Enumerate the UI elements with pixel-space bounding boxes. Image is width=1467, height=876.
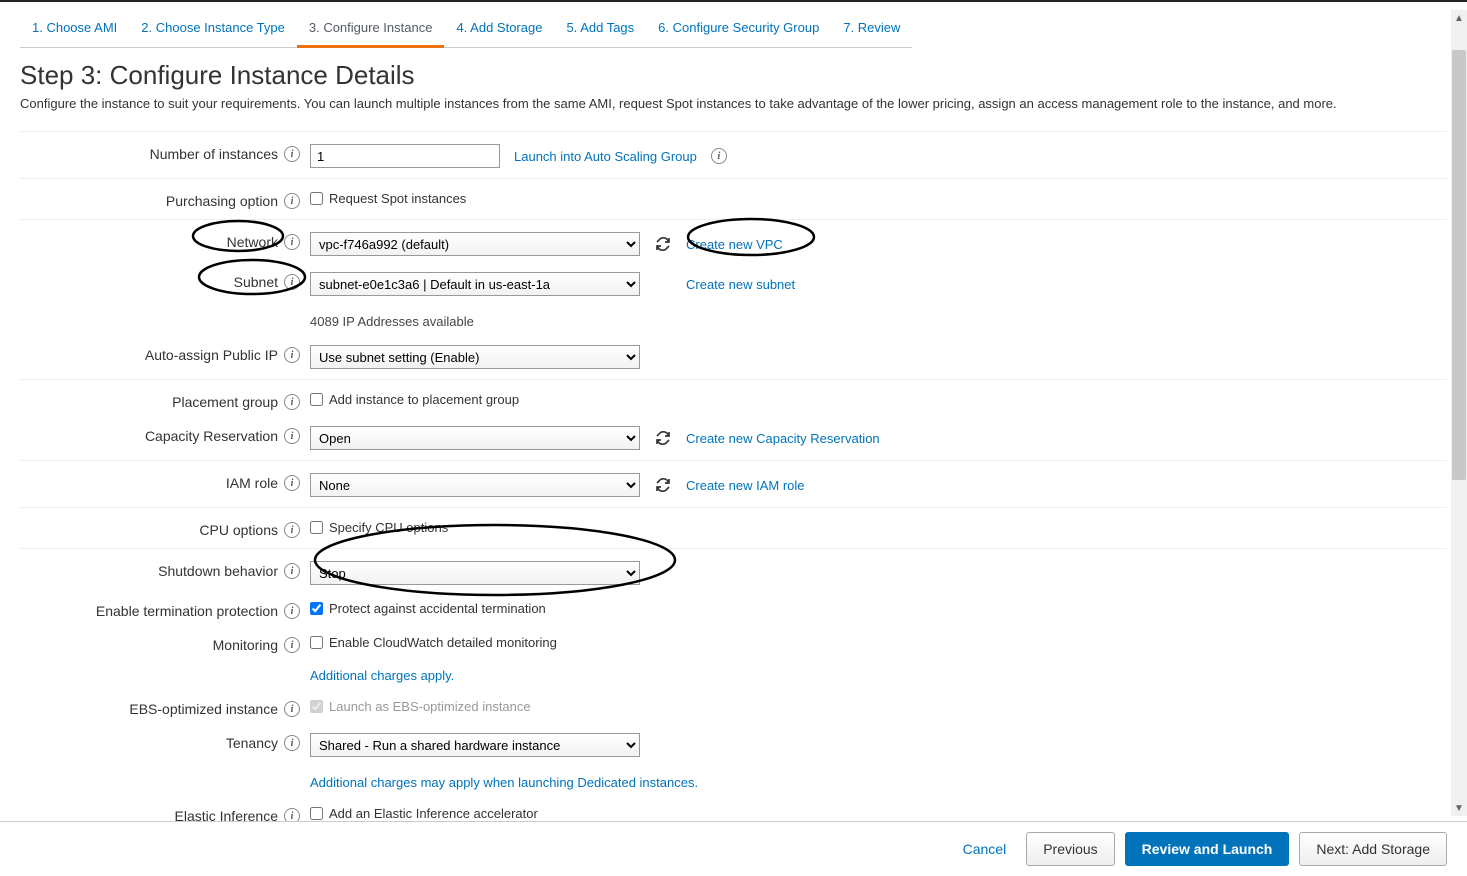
info-icon[interactable]: i [284, 563, 300, 579]
label-ebs: EBS-optimized instance [129, 701, 278, 717]
label-subnet: Subnet [234, 274, 278, 290]
tenancy-select[interactable]: Shared - Run a shared hardware instance [310, 733, 640, 757]
monitoring-checkbox[interactable] [310, 636, 323, 649]
label-capacity: Capacity Reservation [145, 428, 278, 444]
refresh-icon[interactable] [654, 476, 672, 494]
create-capacity-link[interactable]: Create new Capacity Reservation [686, 431, 880, 446]
spot-checkbox[interactable] [310, 192, 323, 205]
cancel-button[interactable]: Cancel [953, 832, 1017, 866]
label-placement: Placement group [172, 394, 278, 410]
wizard-tabs: 1. Choose AMI 2. Choose Instance Type 3.… [0, 2, 1467, 48]
iam-select[interactable]: None [310, 473, 640, 497]
refresh-icon[interactable] [654, 429, 672, 447]
tab-configure-instance[interactable]: 3. Configure Instance [297, 14, 445, 48]
label-auto-ip: Auto-assign Public IP [145, 347, 278, 363]
info-icon[interactable]: i [284, 234, 300, 250]
create-iam-link[interactable]: Create new IAM role [686, 478, 805, 493]
tab-choose-instance-type[interactable]: 2. Choose Instance Type [129, 14, 297, 48]
tab-add-storage[interactable]: 4. Add Storage [444, 14, 554, 48]
monitoring-charges-link[interactable]: Additional charges apply. [310, 668, 454, 683]
refresh-icon[interactable] [654, 235, 672, 253]
placement-checkbox[interactable] [310, 393, 323, 406]
label-shutdown: Shutdown behavior [158, 563, 278, 579]
num-instances-input[interactable] [310, 144, 500, 168]
vertical-scrollbar[interactable]: ▲ ▼ [1451, 10, 1467, 816]
subnet-ip-note: 4089 IP Addresses available [310, 314, 973, 329]
info-icon[interactable]: i [284, 274, 300, 290]
info-icon[interactable]: i [284, 428, 300, 444]
term-protect-checkbox[interactable] [310, 602, 323, 615]
tenancy-charges-link[interactable]: Additional charges may apply when launch… [310, 775, 698, 790]
spot-label: Request Spot instances [329, 191, 466, 206]
review-launch-button[interactable]: Review and Launch [1125, 832, 1290, 866]
label-monitoring: Monitoring [213, 637, 278, 653]
tab-configure-security-group[interactable]: 6. Configure Security Group [646, 14, 831, 48]
label-num-instances: Number of instances [150, 146, 278, 162]
info-icon[interactable]: i [284, 603, 300, 619]
cpu-label: Specify CPU options [329, 520, 448, 535]
tab-add-tags[interactable]: 5. Add Tags [554, 14, 646, 48]
info-icon[interactable]: i [284, 193, 300, 209]
label-cpu: CPU options [199, 522, 278, 538]
info-icon[interactable]: i [284, 735, 300, 751]
page-title: Step 3: Configure Instance Details [20, 60, 1447, 91]
label-network: Network [227, 234, 278, 250]
info-icon[interactable]: i [284, 146, 300, 162]
ebs-checkbox [310, 700, 323, 713]
scroll-down-icon[interactable]: ▼ [1451, 800, 1467, 816]
capacity-select[interactable]: Open [310, 426, 640, 450]
subnet-select[interactable]: subnet-e0e1c3a6 | Default in us-east-1a [310, 272, 640, 296]
info-icon[interactable]: i [284, 522, 300, 538]
info-icon[interactable]: i [284, 637, 300, 653]
label-iam: IAM role [226, 475, 278, 491]
tab-review[interactable]: 7. Review [831, 14, 912, 48]
next-button[interactable]: Next: Add Storage [1299, 832, 1447, 866]
info-icon[interactable]: i [284, 394, 300, 410]
ebs-label: Launch as EBS-optimized instance [329, 699, 531, 714]
tab-choose-ami[interactable]: 1. Choose AMI [20, 14, 129, 48]
create-subnet-link[interactable]: Create new subnet [686, 277, 795, 292]
auto-ip-select[interactable]: Use subnet setting (Enable) [310, 345, 640, 369]
info-icon[interactable]: i [284, 475, 300, 491]
shutdown-select[interactable]: Stop [310, 561, 640, 585]
label-purchasing: Purchasing option [166, 193, 278, 209]
network-select[interactable]: vpc-f746a992 (default) [310, 232, 640, 256]
page-description: Configure the instance to suit your requ… [20, 95, 1447, 113]
launch-asg-link[interactable]: Launch into Auto Scaling Group [514, 149, 697, 164]
elastic-checkbox[interactable] [310, 807, 323, 820]
info-icon[interactable]: i [284, 347, 300, 363]
previous-button[interactable]: Previous [1026, 832, 1114, 866]
monitoring-label: Enable CloudWatch detailed monitoring [329, 635, 557, 650]
wizard-footer: Cancel Previous Review and Launch Next: … [0, 821, 1467, 876]
info-icon[interactable]: i [711, 148, 727, 164]
create-vpc-link[interactable]: Create new VPC [686, 237, 783, 252]
scroll-up-icon[interactable]: ▲ [1451, 10, 1467, 26]
cpu-checkbox[interactable] [310, 521, 323, 534]
info-icon[interactable]: i [284, 701, 300, 717]
scroll-thumb[interactable] [1452, 50, 1466, 480]
label-tenancy: Tenancy [226, 735, 278, 751]
term-protect-label: Protect against accidental termination [329, 601, 546, 616]
label-term-protect: Enable termination protection [96, 603, 278, 619]
placement-label: Add instance to placement group [329, 392, 519, 407]
elastic-label: Add an Elastic Inference accelerator [329, 806, 538, 821]
